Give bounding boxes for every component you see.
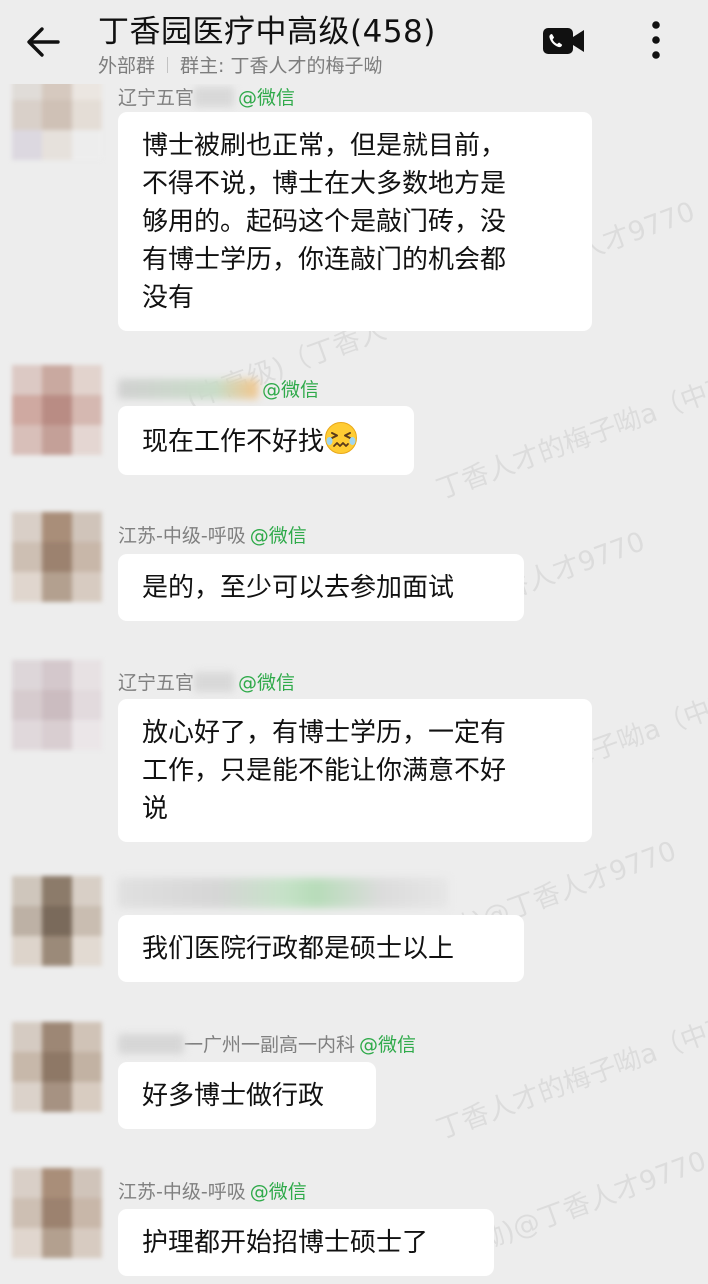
group-owner-label: 群主: 丁香人才的梅子呦: [180, 55, 383, 77]
message-bubble[interactable]: 我们医院行政都是硕士以上: [118, 915, 524, 982]
external-group-label: 外部群: [98, 55, 156, 77]
sender-name: 辽宁五官 @微信: [118, 671, 296, 694]
chat-title: 丁香园医疗中高级(458): [98, 14, 436, 50]
avatar[interactable]: [12, 1022, 102, 1112]
persevering-face-icon: [324, 421, 358, 455]
video-call-icon[interactable]: [540, 23, 588, 59]
message-bubble[interactable]: 博士被刷也正常，但是就目前， 不得不说，博士在大多数地方是 够用的。起码这个是敲…: [118, 112, 592, 331]
avatar[interactable]: [12, 512, 102, 602]
message-bubble[interactable]: 好多博士做行政: [118, 1062, 376, 1129]
avatar[interactable]: [12, 660, 102, 750]
watermark-text: 丁香人才的梅子呦a（中高级: [432, 360, 708, 506]
more-options-icon[interactable]: [640, 16, 672, 64]
watermark-text: 丁香人才的梅子呦a（中高级: [432, 1000, 708, 1146]
sender-name: @微信: [118, 375, 319, 402]
sender-name: 江苏-中级-呼吸 @微信: [118, 1181, 307, 1203]
message-bubble[interactable]: 放心好了，有博士学历，一定有 工作，只是能不能让你满意不好 说: [118, 699, 592, 842]
message-bubble[interactable]: 是的，至少可以去参加面试: [118, 554, 524, 621]
chat-subtitle: 外部群 群主: 丁香人才的梅子呦: [98, 51, 382, 78]
message-bubble[interactable]: 现在工作不好找: [118, 406, 414, 475]
message-bubble[interactable]: 护理都开始招博士硕士了: [118, 1209, 494, 1276]
sender-name: 一广州一副高一内科 @微信: [118, 1030, 416, 1057]
avatar[interactable]: [12, 365, 102, 455]
avatar[interactable]: [12, 1168, 102, 1258]
chat-header: 丁香园医疗中高级(458) 外部群 群主: 丁香人才的梅子呦: [0, 0, 708, 84]
sender-name: [118, 878, 448, 908]
sender-name: 辽宁五官 @微信: [118, 86, 296, 109]
sender-name: 江苏-中级-呼吸 @微信: [118, 525, 307, 547]
back-arrow-icon[interactable]: [22, 20, 66, 64]
avatar[interactable]: [12, 876, 102, 966]
divider: [167, 56, 169, 73]
